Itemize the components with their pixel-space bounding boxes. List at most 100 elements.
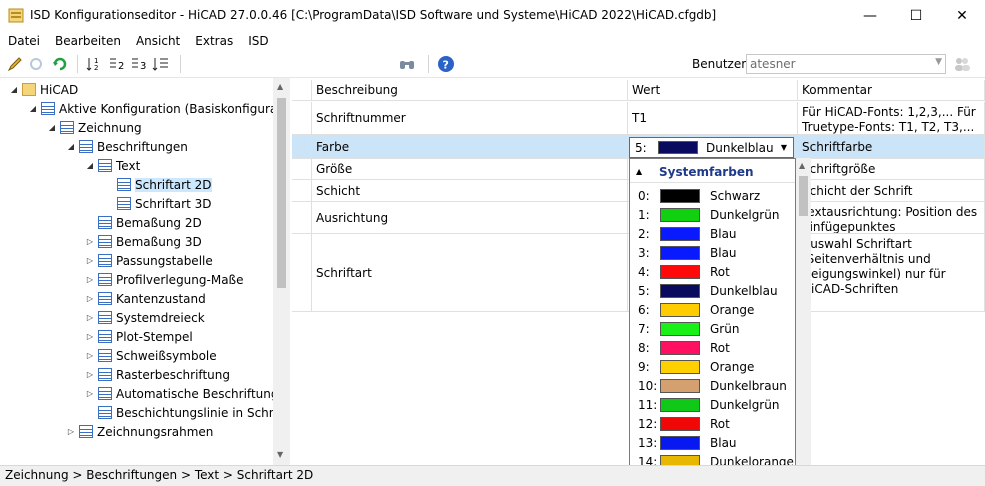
expand-all-icon[interactable] (152, 55, 170, 73)
tree-item[interactable]: ◢ HiCAD (8, 80, 78, 99)
tree-item[interactable]: ▷ Automatische Beschriftung (84, 384, 279, 403)
scroll-up-icon[interactable]: ▲ (277, 82, 283, 91)
undo-icon[interactable] (27, 55, 45, 73)
sort-123-icon[interactable]: 12 (86, 55, 104, 73)
row-header[interactable] (292, 234, 312, 311)
binoculars-icon[interactable] (398, 55, 416, 73)
row-header[interactable] (292, 180, 312, 201)
color-option[interactable]: 2: Blau (630, 224, 795, 243)
collapse-icon[interactable]: ◢ (8, 85, 20, 94)
expand-icon[interactable]: ▷ (84, 313, 96, 322)
tree-item[interactable]: Bemaßung 2D (84, 213, 202, 232)
tree-item[interactable]: ▷ Plot-Stempel (84, 327, 193, 346)
color-option-number: 3: (638, 245, 650, 260)
color-option[interactable]: 5: Dunkelblau (630, 281, 795, 300)
expand-icon[interactable]: ▷ (84, 351, 96, 360)
menu-ansicht[interactable]: Ansicht (128, 31, 187, 51)
expand-icon[interactable]: ▷ (65, 427, 77, 436)
header-beschreibung[interactable]: Beschreibung (312, 80, 628, 101)
scroll-up-icon[interactable]: ▲ (799, 161, 805, 170)
collapse-icon[interactable]: ◢ (84, 161, 96, 170)
scroll-down-icon[interactable]: ▼ (277, 450, 283, 459)
tree-item-label: Schriftart 2D (135, 177, 212, 192)
color-option-name: Blau (710, 226, 737, 241)
menu-bearbeiten[interactable]: Bearbeiten (47, 31, 128, 51)
menu-isd[interactable]: ISD (240, 31, 275, 51)
tree-item[interactable]: ▷ Zeichnungsrahmen (65, 422, 213, 441)
table-icon (98, 368, 112, 381)
help-icon[interactable]: ? (437, 55, 455, 73)
tree-item[interactable]: ▷ Kantenzustand (84, 289, 206, 308)
tree-item[interactable]: ◢ Zeichnung (46, 118, 142, 137)
scrollbar-thumb[interactable] (799, 176, 808, 216)
color-swatch (660, 378, 700, 393)
expand-icon[interactable]: ▷ (84, 332, 96, 341)
color-option[interactable]: 1: Dunkelgrün (630, 205, 795, 224)
refresh-icon[interactable] (51, 55, 69, 73)
color-option[interactable]: 11: Dunkelgrün (630, 395, 795, 414)
tree-scrollbar[interactable]: ▲ ▼ (273, 78, 290, 465)
expand-icon[interactable]: ▷ (84, 275, 96, 284)
tree-item[interactable]: Beschichtungslinie in Schnitta (84, 403, 289, 422)
cell-kommentar: Für HiCAD-Fonts: 1,2,3,... Für Truetype-… (798, 102, 985, 134)
tree-item-label: Schriftart 3D (135, 196, 212, 211)
header-kommentar[interactable]: Kommentar (798, 80, 985, 101)
farbe-color-combobox[interactable]: 5: Dunkelblau ▼ (629, 137, 794, 158)
row-header[interactable] (292, 102, 312, 134)
tree-item[interactable]: ◢ Beschriftungen (65, 137, 188, 156)
level-3-icon[interactable]: 3 (130, 55, 148, 73)
tree-item[interactable]: ▷ Schweißsymbole (84, 346, 217, 365)
tree-item[interactable]: ▷ Rasterbeschriftung (84, 365, 230, 384)
color-option[interactable]: 0: Schwarz (630, 186, 795, 205)
maximize-button[interactable]: ☐ (893, 0, 939, 31)
expand-icon[interactable]: ▷ (84, 294, 96, 303)
color-option[interactable]: 6: Orange (630, 300, 795, 319)
tree-item[interactable]: Schriftart 3D (103, 194, 212, 213)
tree-item[interactable]: ▷ Bemaßung 3D (84, 232, 202, 251)
row-header[interactable] (292, 202, 312, 233)
collapse-icon[interactable]: ◢ (46, 123, 58, 132)
grid-row[interactable]: Schriftnummer T1 Für HiCAD-Fonts: 1,2,3,..… (292, 102, 985, 135)
header-wert[interactable]: Wert (628, 80, 798, 101)
expand-icon[interactable]: ▷ (84, 256, 96, 265)
row-header[interactable] (292, 159, 312, 179)
chevron-down-icon[interactable]: ▼ (781, 143, 787, 152)
tree-item[interactable]: ◢ Aktive Konfiguration (Basiskonfiguratio (27, 99, 289, 118)
color-option[interactable]: 3: Blau (630, 243, 795, 262)
window-title: ISD Konfigurationseditor - HiCAD 27.0.0.… (30, 8, 717, 22)
collapse-icon[interactable]: ◢ (65, 142, 77, 151)
cell-beschreibung: Größe (312, 159, 628, 179)
collapse-icon[interactable]: ◢ (27, 104, 39, 113)
color-option[interactable]: 7: Grün (630, 319, 795, 338)
cell-wert[interactable]: T1 (628, 102, 798, 134)
tree-item[interactable]: ▷ Profilverlegung-Maße (84, 270, 244, 289)
scrollbar-thumb[interactable] (277, 98, 286, 288)
tree-item[interactable]: ◢ Text (84, 156, 140, 175)
edit-pencil-icon[interactable] (6, 55, 24, 73)
minimize-button[interactable]: — (847, 0, 893, 31)
tree-item[interactable]: Schriftart 2D (103, 175, 212, 194)
close-button[interactable]: ✕ (939, 0, 985, 31)
color-option[interactable]: 10: Dunkelbraun (630, 376, 795, 395)
color-option[interactable]: 13: Blau (630, 433, 795, 452)
level-2-icon[interactable]: 2 (108, 55, 126, 73)
popup-header[interactable]: ▲ Systemfarben (630, 161, 795, 183)
benutzer-dropdown[interactable]: atesner ▼ (746, 54, 946, 74)
color-option[interactable]: 9: Orange (630, 357, 795, 376)
color-option[interactable]: 12: Rot (630, 414, 795, 433)
popup-scrollbar[interactable]: ▲ (796, 158, 811, 486)
expand-icon[interactable]: ▷ (84, 370, 96, 379)
menu-datei[interactable]: Datei (0, 31, 47, 51)
menu-extras[interactable]: Extras (187, 31, 240, 51)
tree-item-label: Systemdreieck (116, 310, 205, 325)
users-icon[interactable] (952, 55, 972, 73)
expand-icon[interactable]: ▷ (84, 237, 96, 246)
tree-item-label: Automatische Beschriftung (116, 386, 279, 401)
row-header[interactable] (292, 135, 312, 158)
tree-item[interactable]: ▷ Systemdreieck (84, 308, 205, 327)
tree-item-label: Bemaßung 3D (116, 234, 202, 249)
color-option[interactable]: 8: Rot (630, 338, 795, 357)
tree-item[interactable]: ▷ Passungstabelle (84, 251, 213, 270)
color-option[interactable]: 4: Rot (630, 262, 795, 281)
expand-icon[interactable]: ▷ (84, 389, 96, 398)
